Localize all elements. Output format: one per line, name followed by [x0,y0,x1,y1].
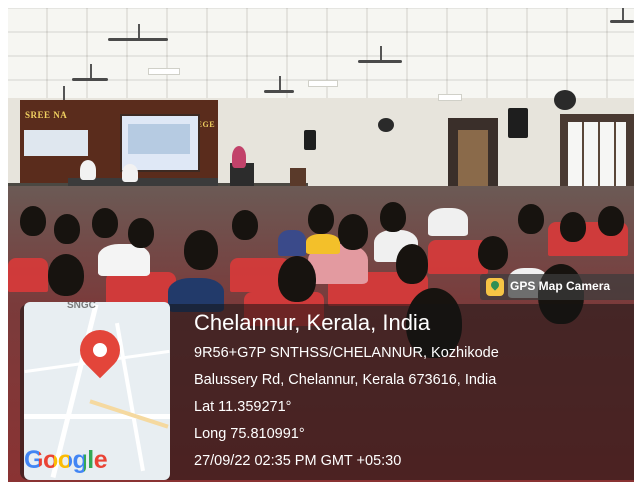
location-title: Chelannur, Kerala, India [194,310,431,335]
attendee-head [20,206,46,236]
ceiling-fan [108,24,168,41]
attendee-head [478,236,508,270]
attendee-head [128,218,154,248]
ceiling-fan [264,76,294,93]
photo-frame: SREE NA COLLEGE [8,8,634,482]
app-badge: GPS Map Camera [480,274,634,300]
attendee-head [232,210,258,240]
attendee-head [396,244,428,284]
chair [106,272,176,306]
map-caption: SNGC [67,302,96,311]
timestamp: 27/09/22 02:35 PM GMT +05:30 [194,453,402,469]
wall-fan [378,118,394,132]
attendee-head [308,204,334,234]
speaker-person [232,146,246,168]
ceiling-fan [610,8,634,23]
ceiling-light [438,94,462,101]
ceiling-fan [72,64,108,81]
seated-guest [122,164,138,182]
longitude: Long 75.810991° [194,426,305,442]
attendee-head [54,214,80,244]
attendee-shirt [306,234,340,254]
banner-text-left: SREE NA [25,110,68,120]
map-thumbnail: SNGC Google [24,302,170,480]
attendee-head [48,254,84,296]
google-logo: Google [24,446,108,474]
ceiling-light [308,80,338,87]
attendee-head [380,202,406,232]
attendee-shirt [98,244,150,276]
wall-fan [554,90,576,110]
app-badge-label: GPS Map Camera [510,279,611,293]
attendee-head [92,208,118,238]
address-line-1: 9R56+G7P SNTHSS/CHELANNUR, Kozhikode [194,345,499,361]
attendee-head [278,256,316,302]
address-line-2: Balussery Rd, Chelannur, Kerala 673616, … [194,372,497,388]
wall-speaker [508,108,528,138]
seated-guest [80,160,96,180]
ceiling-fan [358,46,402,63]
attendee-head [518,204,544,234]
attendee-shirt [428,208,468,236]
attendee-head [338,214,368,250]
attendee-head [184,230,218,270]
stage-poster [24,130,88,156]
ceiling [8,8,634,103]
attendee-shirt [278,230,306,256]
ceiling-light [148,68,180,75]
wall-speaker [304,130,316,150]
gps-map-camera-icon [486,278,504,296]
attendee-head [560,212,586,242]
attendee-head [598,206,624,236]
chair [8,258,48,292]
latitude: Lat 11.359271° [194,399,292,415]
